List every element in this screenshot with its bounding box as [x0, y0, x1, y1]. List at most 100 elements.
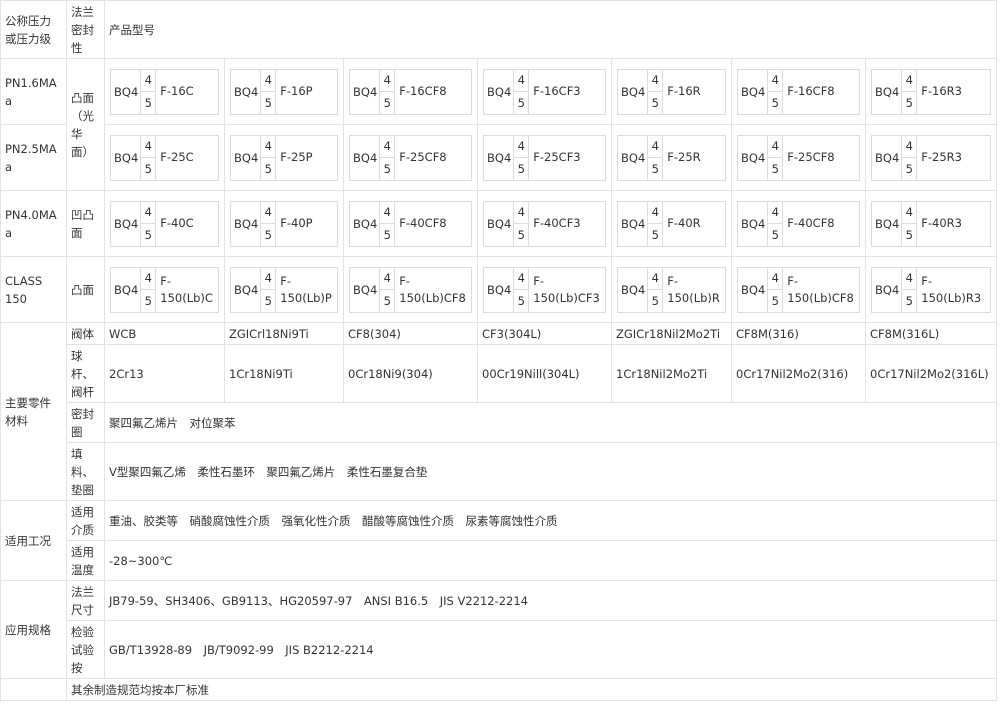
model-size-fraction: 45 [647, 267, 664, 312]
model-size-fraction: 45 [379, 201, 396, 246]
header-row: 公称压力 或压力级 法兰 密封 性 产品型号 [0, 0, 998, 59]
model-suffix: F-40R [667, 216, 701, 230]
model-code: BQ4 4 5 F-40CF8 [737, 200, 860, 247]
model-code: BQ4 4 5 F- 150(Lb)R3 [871, 266, 992, 313]
model-cell: BQ4 4 5 F-40R [611, 190, 732, 257]
model-prefix: BQ4 [114, 84, 139, 99]
model-suffix: F- 150(Lb)R3 [921, 273, 982, 305]
material-body-label: 阀体 [66, 322, 105, 345]
standards-group-label: 应用规格 [0, 580, 67, 679]
material-row-packing: 填 料、 垫圈 V型聚四氟乙烯 柔性石墨环 聚四氟乙烯片 柔性石墨复合垫 [1, 442, 998, 501]
material-body-value: ZGICr18Nil2Mo2Ti [611, 322, 732, 345]
footer-blank-cell [0, 678, 67, 701]
model-size-bottom: 5 [380, 157, 395, 180]
model-cell: BQ4 4 5 F- 150(Lb)R [611, 256, 732, 323]
model-suffix: F-25C [160, 150, 194, 164]
model-size-fraction: 45 [513, 267, 530, 312]
model-prefix: BQ4 [114, 282, 139, 297]
model-cell: BQ4 4 5 F-25R3 [864, 124, 998, 191]
material-row-stem: 球 杆、 阀杆 2Cr13 1Cr18Ni9Ti 0Cr18Ni9(304) 0… [1, 344, 998, 403]
material-packing-value: V型聚四氟乙烯 柔性石墨环 聚四氟乙烯片 柔性石墨复合垫 [103, 442, 998, 501]
model-header: 产品型号 [103, 0, 998, 59]
pressure-row: PN1.6MAa 凸面（光 华 面） BQ4 4 5 F-16C BQ4 4 5 F-16P… [0, 58, 998, 191]
model-size-top: 4 [264, 205, 272, 220]
model-size-fraction: 45 [901, 267, 918, 312]
model-cell: BQ4 4 5 F-40CF8 [343, 190, 478, 257]
model-suffix: F-40P [280, 216, 313, 230]
model-code: BQ4 4 5 F- 150(Lb)R [617, 266, 726, 313]
model-size-bottom: 5 [768, 157, 783, 180]
model-suffix: F-16C [160, 84, 194, 98]
material-body-value: CF8M(316L) [864, 322, 998, 345]
model-size-bottom: 5 [648, 289, 663, 312]
model-suffix: F-40C [160, 216, 194, 230]
model-size-bottom: 5 [141, 91, 156, 114]
standard-row-inspection: 检验 试验 按 GB/T13928-89 JB/T9092-99 JIS B22… [1, 620, 998, 679]
model-cell: BQ4 4 5 F-16CF3 [477, 58, 612, 125]
model-code: BQ4 4 5 F-16CF8 [349, 68, 472, 115]
model-prefix: BQ4 [487, 216, 512, 231]
model-size-top: 4 [651, 205, 659, 220]
model-size-fraction: 45 [513, 69, 530, 114]
model-size-bottom: 5 [141, 289, 156, 312]
model-prefix: BQ4 [875, 282, 900, 297]
seal-type-class-raised: 凸面 [66, 256, 105, 323]
model-size-top: 4 [383, 271, 391, 286]
seal-type-raised: 凸面（光 华 面） [66, 58, 105, 191]
model-size-fraction: 45 [647, 135, 664, 180]
model-size-top: 4 [517, 139, 525, 154]
material-stem-label: 球 杆、 阀杆 [66, 344, 105, 403]
model-size-top: 4 [905, 271, 913, 286]
model-code: BQ4 4 5 F-16P [230, 68, 338, 115]
model-code: BQ4 4 5 F- 150(Lb)P [230, 266, 338, 313]
model-size-bottom: 5 [514, 157, 529, 180]
pressure-header: 公称压力 或压力级 [0, 0, 67, 59]
material-stem-value: 1Cr18Nil2Mo2Ti [611, 344, 732, 403]
model-size-bottom: 5 [141, 223, 156, 246]
model-prefix: BQ4 [353, 150, 378, 165]
model-code: BQ4 4 5 F-25CF8 [349, 134, 472, 181]
model-size-bottom: 5 [514, 91, 529, 114]
model-suffix: F-25CF8 [787, 150, 835, 164]
model-code: BQ4 4 5 F-16C [110, 68, 219, 115]
model-cell: BQ4 4 5 F-25CF8 [343, 124, 478, 191]
model-prefix: BQ4 [741, 150, 766, 165]
seal-header: 法兰 密封 性 [66, 0, 105, 59]
model-size-bottom: 5 [514, 289, 529, 312]
model-size-fraction: 45 [647, 69, 664, 114]
model-prefix: BQ4 [621, 84, 646, 99]
model-prefix: BQ4 [487, 150, 512, 165]
model-size-fraction: 45 [140, 201, 157, 246]
standard-row-flange: 应用规格 法兰 尺寸 JB79-59、SH3406、GB9113、HG20597… [0, 580, 998, 679]
model-code: BQ4 4 5 F- 150(Lb)C [110, 266, 219, 313]
model-suffix: F-40CF8 [399, 216, 447, 230]
model-suffix: F-16CF8 [399, 84, 447, 98]
standard-flange-label: 法兰 尺寸 [66, 580, 105, 621]
model-cell: BQ4 4 5 F-25R [611, 124, 732, 191]
model-size-top: 4 [144, 139, 152, 154]
model-code: BQ4 4 5 F-25C [110, 134, 219, 181]
model-size-top: 4 [383, 205, 391, 220]
model-size-bottom: 5 [648, 91, 663, 114]
model-size-bottom: 5 [902, 289, 917, 312]
standard-inspection-value: GB/T13928-89 JB/T9092-99 JIS B2212-2214 [103, 620, 998, 679]
model-size-top: 4 [771, 205, 779, 220]
condition-medium-value: 重油、胶类等 硝酸腐蚀性介质 强氧化性介质 醋酸等腐蚀性介质 尿素等腐蚀性介质 [103, 500, 998, 541]
model-size-bottom: 5 [514, 223, 529, 246]
model-size-bottom: 5 [902, 91, 917, 114]
model-size-fraction: 45 [260, 267, 277, 312]
model-cell: BQ4 4 5 F-16CF8 [343, 58, 478, 125]
material-body-value: CF8(304) [343, 322, 478, 345]
model-size-top: 4 [905, 139, 913, 154]
material-row-body: 主要零件 材料 阀体 WCB ZGICrl18Ni9Ti CF8(304) CF… [0, 322, 998, 501]
model-size-top: 4 [517, 205, 525, 220]
standard-flange-value: JB79-59、SH3406、GB9113、HG20597-97 ANSI B1… [103, 580, 998, 621]
material-stem-value: 0Cr17Nil2Mo2(316L) [864, 344, 998, 403]
model-size-fraction: 45 [767, 69, 784, 114]
model-prefix: BQ4 [741, 84, 766, 99]
model-cell: BQ4 4 5 F-40P [224, 190, 344, 257]
footer-note: 其余制造规范均按本厂标准 [65, 678, 998, 701]
model-cell: BQ4 4 5 F-25P [224, 124, 344, 191]
model-code: BQ4 4 5 F- 150(Lb)CF8 [737, 266, 860, 313]
model-size-top: 4 [905, 73, 913, 88]
